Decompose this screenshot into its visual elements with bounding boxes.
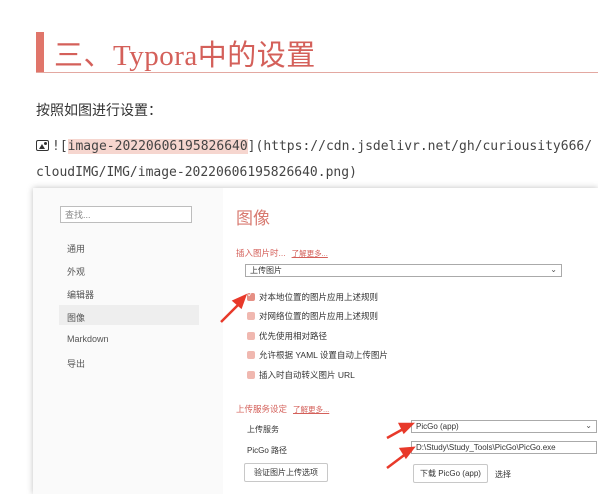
arrow-icon [220, 293, 416, 469]
markdown-url-part1: ](https://cdn.jsdelivr.net/gh/curiousity… [247, 139, 593, 154]
markdown-image-line: ![image-20220606195826640](https://cdn.j… [36, 139, 592, 154]
image-icon [36, 140, 49, 151]
heading-text: 三、Typora中的设置 [54, 40, 316, 72]
settings-screenshot: 查找... 通用 外观 编辑器 图像 Markdown 导出 图像 插入图片时.… [33, 188, 598, 494]
heading-accent-bar [36, 32, 44, 72]
intro-paragraph: 按照如图进行设置： [36, 102, 162, 118]
section-heading: 三、Typora中的设置 [36, 30, 598, 73]
image-alt-text[interactable]: image-20220606195826640 [67, 139, 248, 154]
markdown-url-part2: cloudIMG/IMG/image-20220606195826640.png… [36, 165, 357, 180]
markdown-prefix: ![ [52, 139, 68, 154]
annotation-arrows [220, 293, 416, 469]
